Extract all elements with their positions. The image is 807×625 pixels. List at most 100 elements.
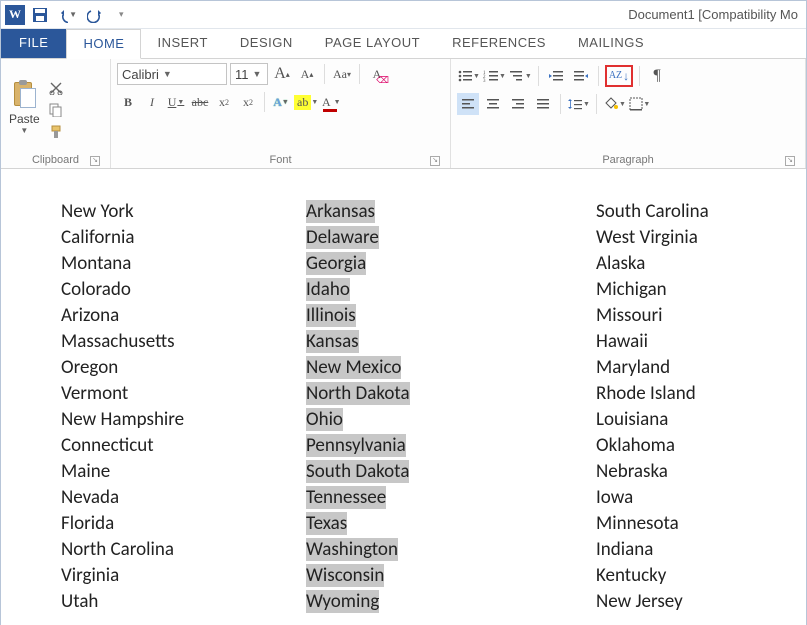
list-item[interactable]: Montana [61,251,306,277]
list-item[interactable]: Connecticut [61,433,306,459]
list-item[interactable]: Kentucky [596,563,709,589]
shading-button[interactable]: ▼ [603,93,626,115]
list-item[interactable]: Hawaii [596,329,709,355]
list-item[interactable]: Michigan [596,277,709,303]
list-item[interactable]: Arizona [61,303,306,329]
text-effects-button[interactable]: A▼ [270,91,292,113]
font-color-button[interactable]: A▼ [320,91,342,113]
list-item[interactable]: Vermont [61,381,306,407]
list-item[interactable]: New York [61,199,306,225]
list-item[interactable]: Illinois [306,303,596,329]
tab-references[interactable]: REFERENCES [436,29,562,58]
list-item[interactable]: Missouri [596,303,709,329]
paste-icon [10,80,38,112]
align-center-button[interactable] [482,93,504,115]
list-item[interactable]: South Carolina [596,199,709,225]
list-item[interactable]: Colorado [61,277,306,303]
font-size-combo[interactable]: 11▼ [230,63,268,85]
list-item[interactable]: Delaware [306,225,596,251]
underline-button[interactable]: U▼ [165,91,187,113]
list-item[interactable]: Washington [306,537,596,563]
list-item[interactable]: Wyoming [306,589,596,615]
dropdown-icon[interactable]: ▼ [20,126,28,135]
decrease-indent-button[interactable] [545,65,567,87]
italic-button[interactable]: I [141,91,163,113]
list-item[interactable]: Tennessee [306,485,596,511]
justify-button[interactable] [532,93,554,115]
tab-mailings[interactable]: MAILINGS [562,29,660,58]
list-item[interactable]: New Jersey [596,589,709,615]
list-item[interactable]: Oklahoma [596,433,709,459]
dialog-launcher[interactable]: ↘ [785,156,795,166]
tab-file[interactable]: FILE [1,29,66,58]
clear-formatting-button[interactable]: A⌫ [366,63,388,85]
tab-design[interactable]: DESIGN [224,29,309,58]
list-item[interactable]: New Hampshire [61,407,306,433]
list-item[interactable]: Kansas [306,329,596,355]
save-button[interactable] [31,6,49,24]
list-item[interactable]: North Dakota [306,381,596,407]
list-item[interactable]: Minnesota [596,511,709,537]
grow-font-button[interactable]: A▴ [271,63,293,85]
sort-button[interactable]: AZ↓ [605,65,633,87]
align-left-button[interactable] [457,93,479,115]
document-area[interactable]: New York California Montana Colorado Ari… [1,169,806,625]
list-item[interactable]: Arkansas [306,199,596,225]
list-item[interactable]: Pennsylvania [306,433,596,459]
list-item[interactable]: Ohio [306,407,596,433]
dropdown-icon[interactable]: ▼ [69,10,77,19]
borders-button[interactable]: ▼ [629,93,651,115]
align-right-button[interactable] [507,93,529,115]
list-item[interactable]: Utah [61,589,306,615]
dialog-launcher[interactable]: ↘ [90,156,100,166]
line-spacing-button[interactable]: ▼ [567,93,590,115]
list-item[interactable]: New Mexico [306,355,596,381]
list-item[interactable]: Nevada [61,485,306,511]
list-item[interactable]: Maryland [596,355,709,381]
list-item[interactable]: Virginia [61,563,306,589]
list-item[interactable]: Rhode Island [596,381,709,407]
list-item[interactable]: Indiana [596,537,709,563]
list-item[interactable]: North Carolina [61,537,306,563]
copy-button[interactable] [46,101,66,119]
list-item[interactable]: Texas [306,511,596,537]
list-item[interactable]: Oregon [61,355,306,381]
increase-indent-button[interactable] [570,65,592,87]
format-painter-button[interactable] [46,123,66,141]
list-item[interactable]: Wisconsin [306,563,596,589]
list-item[interactable]: West Virginia [596,225,709,251]
undo-button[interactable]: ▼ [59,6,77,24]
tab-home[interactable]: HOME [66,29,141,59]
cut-button[interactable] [46,79,66,97]
list-item[interactable]: Iowa [596,485,709,511]
redo-button[interactable] [87,6,105,24]
list-item[interactable]: South Dakota [306,459,596,485]
list-item[interactable]: Florida [61,511,306,537]
list-item[interactable]: Nebraska [596,459,709,485]
dropdown-icon[interactable]: ▼ [163,69,172,79]
tab-page-layout[interactable]: PAGE LAYOUT [309,29,436,58]
bold-button[interactable]: B [117,91,139,113]
bullets-button[interactable]: ▼ [457,65,480,87]
list-item[interactable]: Idaho [306,277,596,303]
change-case-button[interactable]: Aa▾ [331,63,353,85]
paste-button[interactable]: Paste ▼ [7,78,42,137]
highlight-button[interactable]: ab▼ [294,91,318,113]
superscript-button[interactable]: x2 [237,91,259,113]
numbering-button[interactable]: 123▼ [483,65,506,87]
tab-insert[interactable]: INSERT [141,29,223,58]
list-item[interactable]: Maine [61,459,306,485]
font-name-combo[interactable]: Calibri▼ [117,63,227,85]
dropdown-icon[interactable]: ▼ [253,69,262,79]
show-marks-button[interactable]: ¶ [646,65,668,87]
dialog-launcher[interactable]: ↘ [430,156,440,166]
multilevel-list-button[interactable]: ▼ [509,65,532,87]
list-item[interactable]: Louisiana [596,407,709,433]
list-item[interactable]: California [61,225,306,251]
list-item[interactable]: Georgia [306,251,596,277]
strikethrough-button[interactable]: abc [189,91,211,113]
list-item[interactable]: Alaska [596,251,709,277]
subscript-button[interactable]: x2 [213,91,235,113]
list-item[interactable]: Massachusetts [61,329,306,355]
shrink-font-button[interactable]: A▴ [296,63,318,85]
